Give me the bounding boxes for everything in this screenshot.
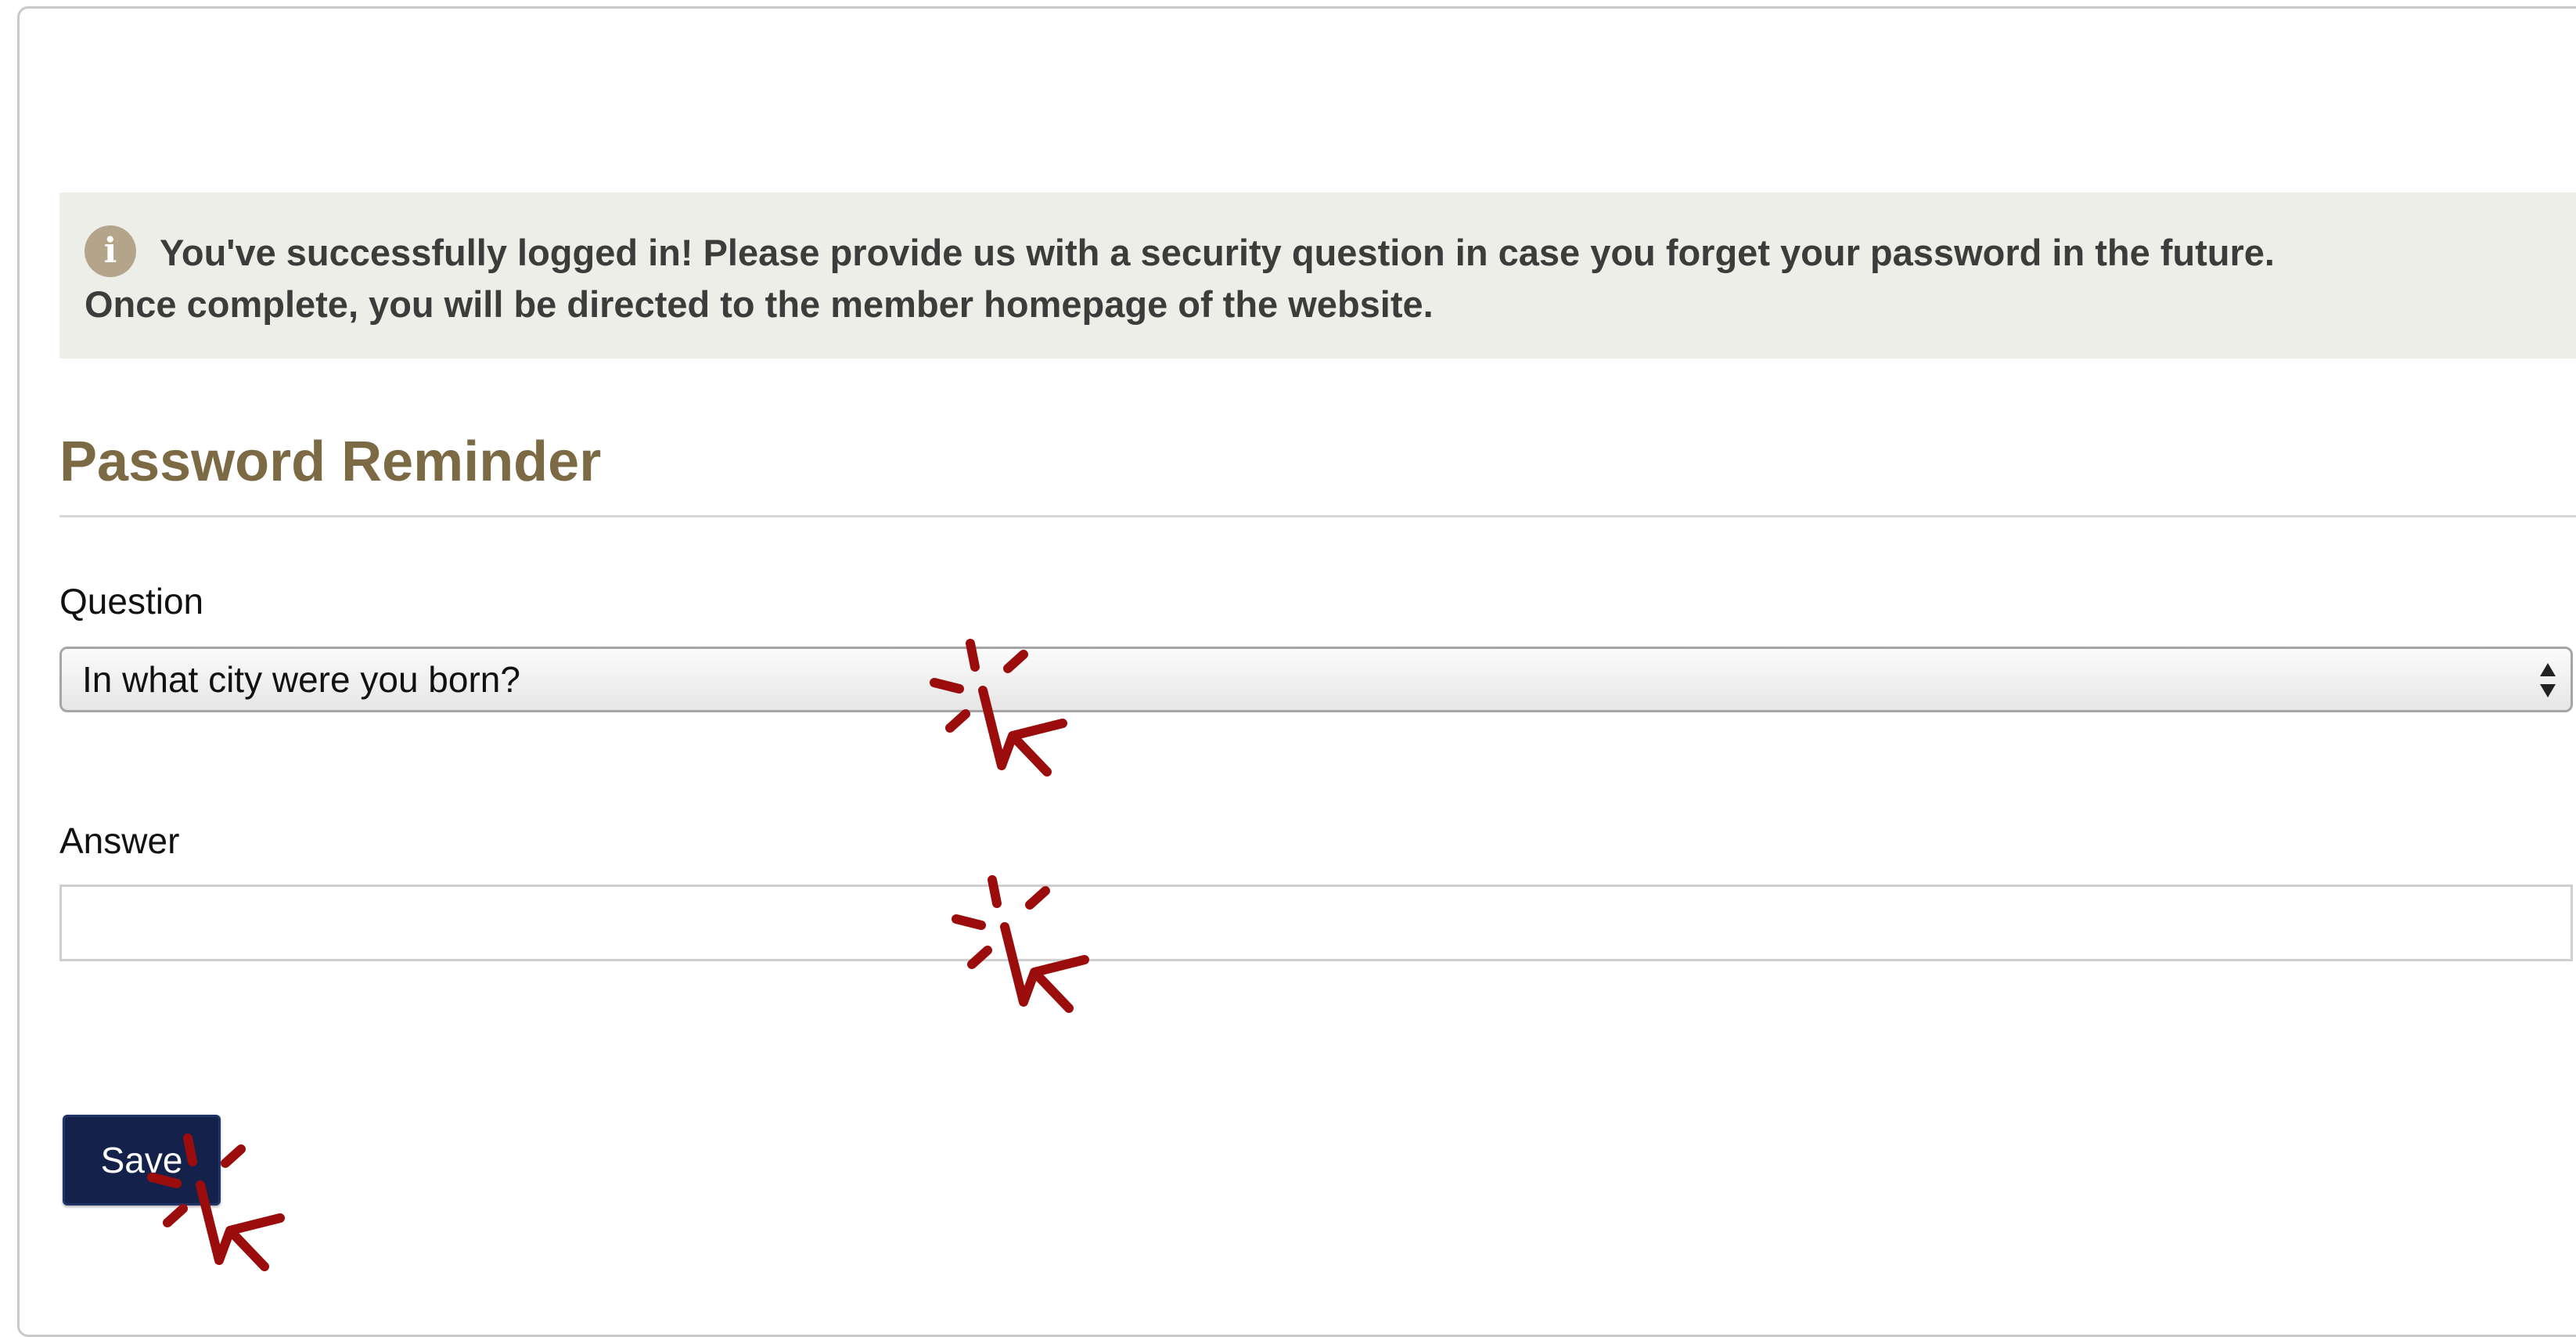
question-select[interactable]: In what city were you born?	[59, 647, 2573, 712]
click-cursor-icon	[952, 875, 1089, 1013]
info-icon: i	[85, 225, 136, 277]
question-select-value: In what city were you born?	[82, 659, 520, 700]
click-cursor-icon	[147, 1133, 285, 1271]
alert-message-line-2: Once complete, you will be directed to t…	[85, 283, 1434, 325]
click-cursor-icon	[930, 639, 1067, 777]
answer-label: Answer	[59, 820, 180, 861]
login-success-alert: i You've successfully logged in! Please p…	[59, 193, 2576, 359]
section-title: Password Reminder	[59, 431, 602, 493]
section-divider	[59, 515, 2576, 517]
question-label: Question	[59, 581, 204, 622]
select-arrows-icon	[2540, 663, 2556, 697]
alert-message-line-1: You've successfully logged in! Please pr…	[160, 232, 2275, 273]
answer-input[interactable]	[59, 885, 2573, 961]
